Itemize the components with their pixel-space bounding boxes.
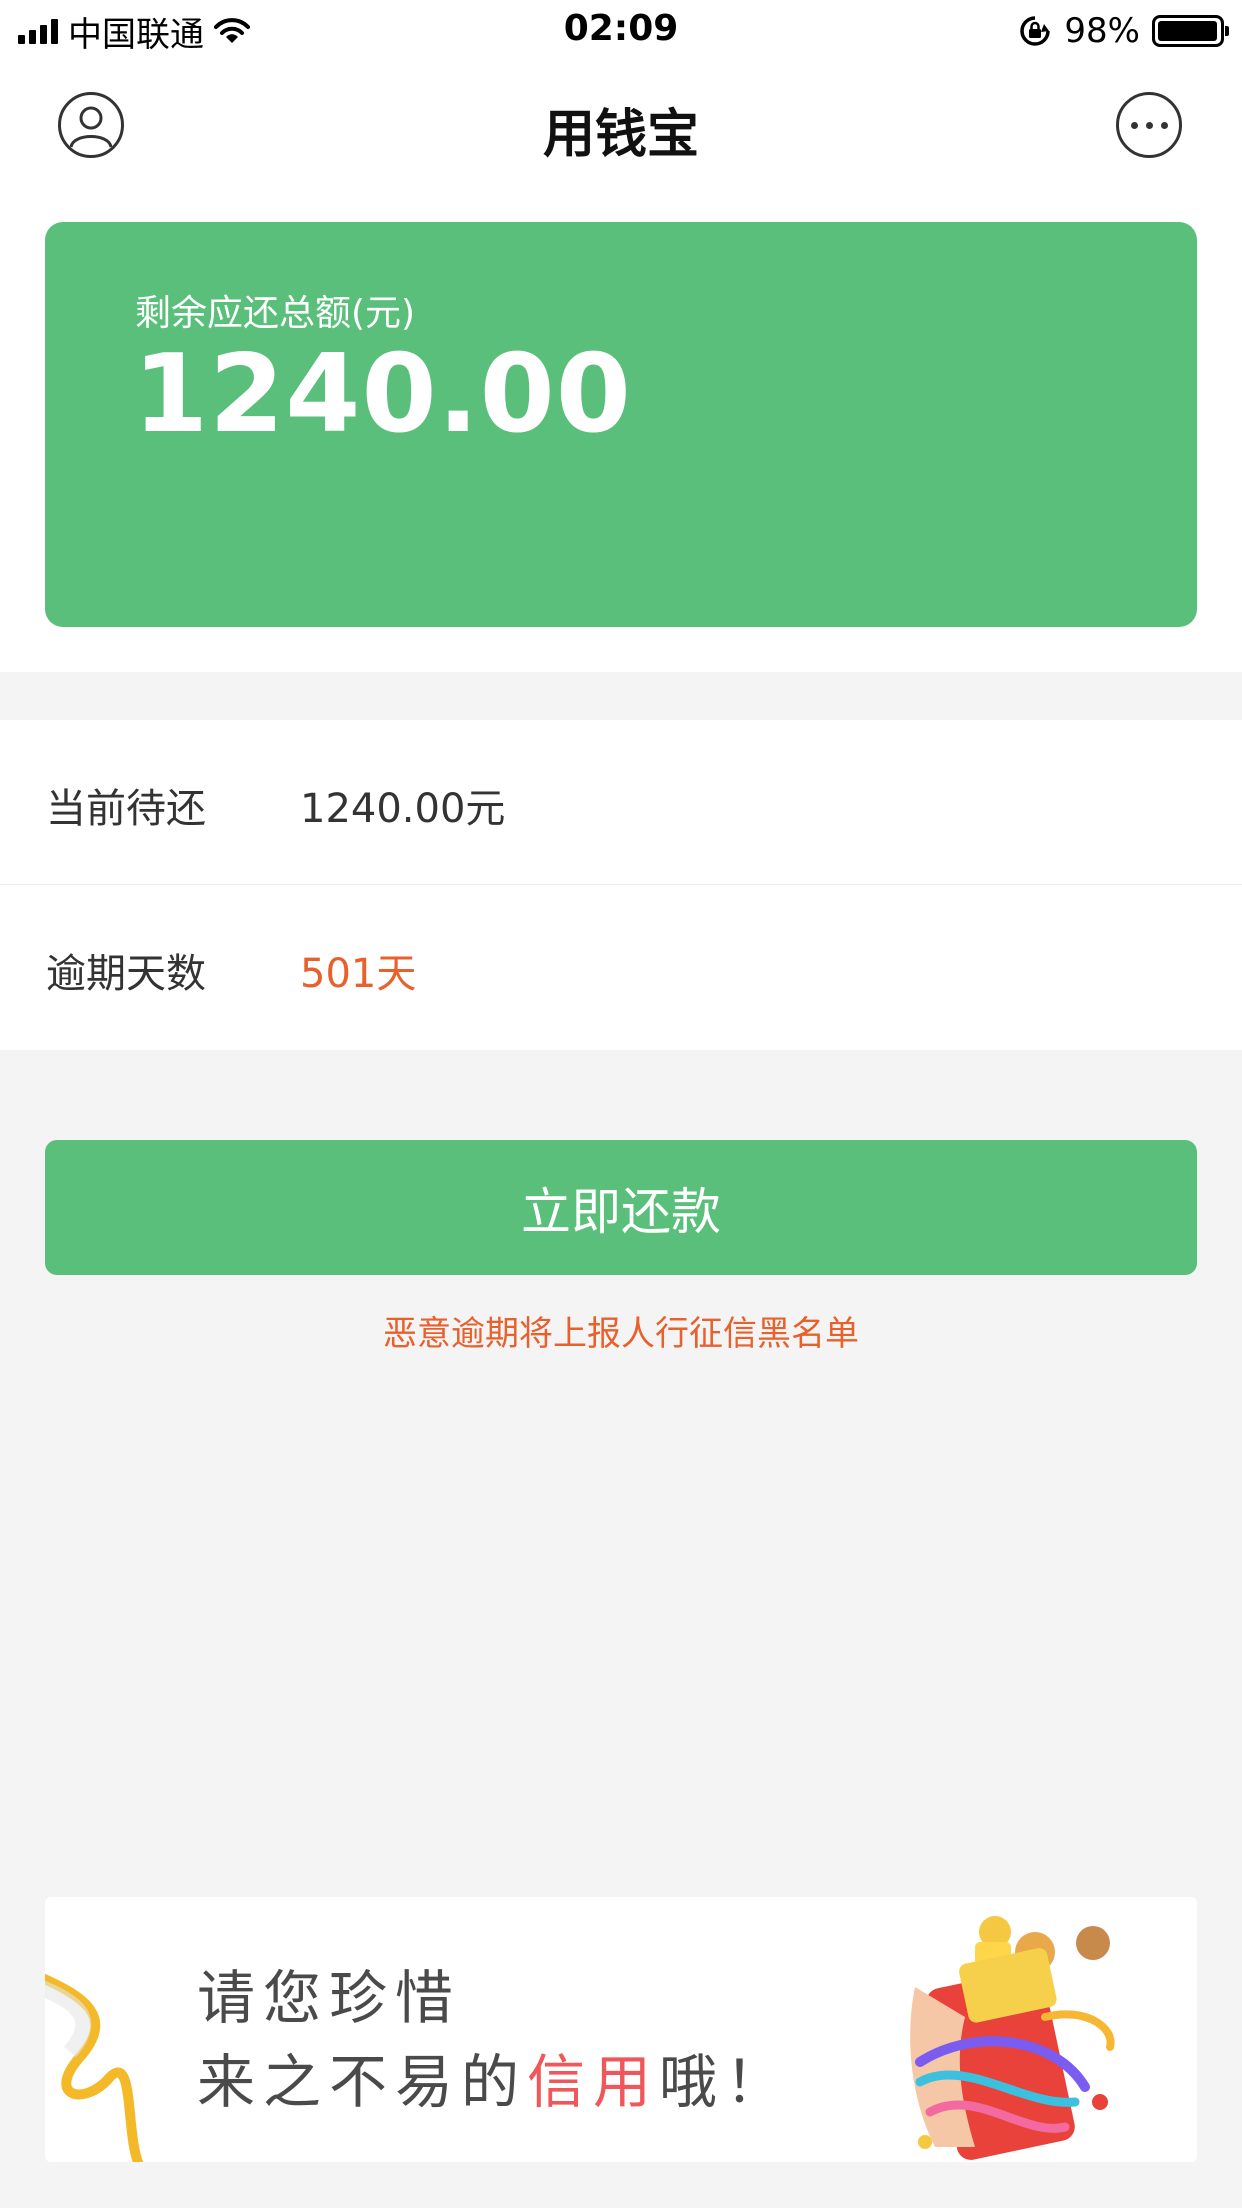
nav-bar: 用钱宝 bbox=[0, 62, 1242, 190]
banner-line-2-highlight: 信用 bbox=[527, 2048, 660, 2116]
current-due-label: 当前待还 bbox=[46, 786, 206, 832]
header-area: 剩余应还总额(元) 1240.00 bbox=[0, 190, 1242, 672]
info-list: 当前待还 1240.00元 逾期天数 501天 bbox=[0, 720, 1242, 1050]
list-item-overdue-days: 逾期天数 501天 bbox=[0, 885, 1242, 1049]
banner-line-2-prefix: 来之不易的 bbox=[197, 2048, 528, 2116]
balance-amount: 1240.00 bbox=[133, 332, 632, 457]
overdue-days-label: 逾期天数 bbox=[46, 951, 206, 997]
banner-line-2: 来之不易的信用哦！ bbox=[197, 2035, 791, 2119]
balance-label: 剩余应还总额(元) bbox=[135, 293, 416, 334]
battery-icon bbox=[1152, 15, 1229, 47]
status-right: 98% bbox=[1018, 10, 1229, 52]
more-dots-icon[interactable] bbox=[1116, 92, 1182, 158]
battery-level-fill bbox=[1158, 21, 1217, 41]
overdue-days-value: 501天 bbox=[300, 951, 417, 997]
rotation-lock-icon bbox=[1020, 16, 1051, 46]
red-envelope-hand-icon bbox=[910, 1916, 1115, 2160]
current-due-value: 1240.00元 bbox=[300, 786, 506, 832]
banner-line-1: 请您珍惜 bbox=[197, 1964, 462, 2032]
balance-card: 剩余应还总额(元) 1240.00 bbox=[45, 222, 1197, 627]
battery-percent: 98% bbox=[1064, 11, 1140, 51]
ribbon-decoration-icon bbox=[45, 1973, 144, 2162]
repay-now-button[interactable]: 立即还款 bbox=[45, 1140, 1197, 1275]
banner-line-2-suffix: 哦！ bbox=[659, 2048, 792, 2116]
credit-reminder-banner[interactable]: 请您珍惜 来之不易的信用哦！ bbox=[45, 1897, 1197, 2162]
overdue-warning-text: 恶意逾期将上报人行征信黑名单 bbox=[383, 1314, 859, 1354]
list-item-current-due: 当前待还 1240.00元 bbox=[0, 720, 1242, 885]
status-bar: 中国联通 02:09 98% bbox=[0, 0, 1242, 62]
page-title: 用钱宝 bbox=[542, 105, 699, 165]
